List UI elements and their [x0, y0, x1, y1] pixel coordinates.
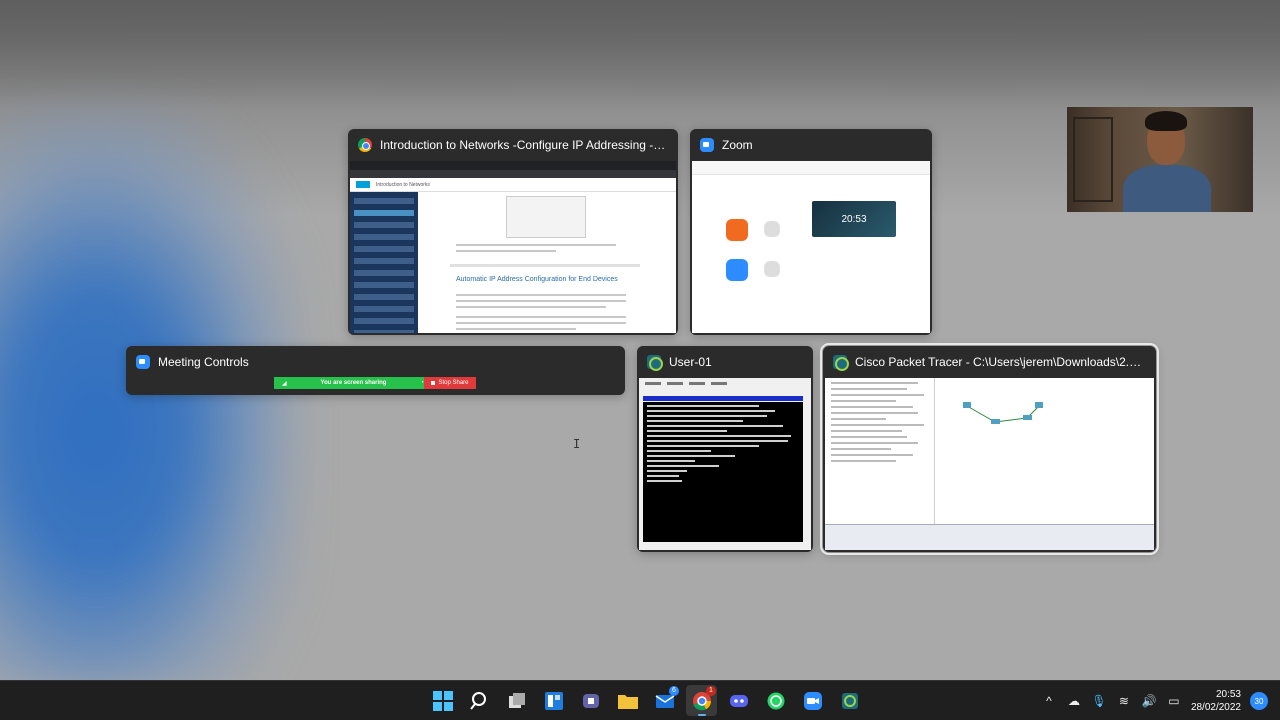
window-titlebar: Introduction to Networks -Configure IP A…	[348, 129, 678, 161]
window-titlebar: User-01	[637, 346, 813, 378]
window-thumbnail-packet-tracer[interactable]: Cisco Packet Tracer - C:\Users\jerem\Dow…	[820, 343, 1159, 555]
volume-icon[interactable]: 🔊	[1141, 693, 1157, 709]
task-view-button[interactable]	[501, 685, 532, 716]
notification-badge[interactable]: 30	[1250, 692, 1268, 710]
window-title: Zoom	[722, 138, 753, 152]
mail-badge: 6	[669, 686, 679, 696]
chrome-preview: Introduction to Networks Automatic IP Ad…	[350, 161, 676, 333]
system-tray: ^ ☁ 🎙 ≋ 🔊 ▭ 20:53 28/02/2022 30	[1041, 681, 1280, 720]
widgets-icon	[544, 691, 563, 710]
join-button	[764, 221, 780, 237]
wifi-icon[interactable]: ≋	[1116, 693, 1132, 709]
discord-button[interactable]	[723, 685, 754, 716]
screen-share-bar: ◢ You are screen sharing ◔ Stop Share	[274, 377, 476, 389]
share-screen-button	[764, 261, 780, 277]
chrome-icon	[358, 138, 372, 152]
device-toolbar	[825, 524, 1154, 550]
terminal-preview	[639, 378, 811, 550]
task-view-icon	[508, 692, 525, 708]
pc-tabs	[639, 378, 811, 388]
course-title: Introduction to Networks	[376, 181, 430, 188]
zoom-nav-bar	[692, 161, 930, 175]
microphone-icon[interactable]: 🎙	[1091, 693, 1107, 709]
window-title: Cisco Packet Tracer - C:\Users\jerem\Dow…	[855, 355, 1146, 369]
packet-tracer-icon	[833, 355, 849, 371]
course-content: Automatic IP Address Configuration for E…	[450, 192, 640, 333]
chevron-up-icon[interactable]: ^	[1041, 693, 1057, 709]
packet-tracer-preview	[825, 378, 1154, 550]
terminal-output	[643, 402, 803, 542]
search-icon	[469, 691, 486, 710]
stop-icon	[431, 381, 436, 385]
course-sidebar	[350, 192, 418, 333]
browser-address-bar	[350, 170, 676, 178]
desktop-wallpaper-blur	[0, 110, 300, 690]
whatsapp-button[interactable]	[760, 685, 791, 716]
chrome-badge: 1	[706, 686, 716, 696]
packet-tracer-icon	[647, 355, 663, 371]
share-status-icon: ◢	[282, 380, 287, 387]
instructions-panel	[825, 378, 935, 524]
cloud-icon[interactable]: ☁	[1066, 693, 1082, 709]
taskbar: 6 1 ^ ☁ 🎙 ≋ 🔊 ▭ 20:53 28/02/2022 30	[0, 680, 1280, 720]
window-title: Introduction to Networks -Configure IP A…	[380, 138, 668, 152]
packet-tracer-button[interactable]	[834, 685, 865, 716]
zoom-icon	[136, 355, 150, 369]
window-title: User-01	[669, 355, 712, 369]
desktop-top-haze	[0, 0, 1280, 110]
window-thumbnail-meeting-controls[interactable]: Meeting Controls ◢ You are screen sharin…	[126, 346, 625, 395]
window-titlebar: Meeting Controls	[126, 346, 625, 378]
window-titlebar: Zoom	[690, 129, 932, 161]
netacad-header: Introduction to Networks	[350, 178, 676, 192]
taskbar-apps: 6 1	[427, 685, 865, 716]
clock-date: 28/02/2022	[1190, 702, 1241, 713]
window-thumbnail-user01[interactable]: User-01	[637, 346, 813, 552]
topology-diagram	[963, 402, 1043, 424]
packet-tracer-icon	[841, 692, 858, 709]
teams-icon	[582, 693, 599, 708]
zoom-clock: 20:53	[812, 201, 896, 237]
clock[interactable]: 20:53 28/02/2022	[1191, 688, 1241, 714]
widgets-button[interactable]	[538, 685, 569, 716]
mail-button[interactable]: 6	[649, 685, 680, 716]
cisco-logo	[356, 181, 370, 188]
sharing-indicator: ◢ You are screen sharing ◔	[274, 377, 424, 389]
zoom-icon	[803, 691, 822, 710]
window-title: Meeting Controls	[158, 355, 249, 369]
browser-tab-strip	[350, 161, 676, 170]
content-heading: Automatic IP Address Configuration for E…	[456, 276, 618, 283]
terminal-title-bar	[643, 396, 803, 401]
whatsapp-icon	[767, 692, 784, 709]
zoom-icon	[700, 138, 714, 152]
window-titlebar: Cisco Packet Tracer - C:\Users\jerem\Dow…	[823, 346, 1156, 378]
windows-icon	[432, 690, 453, 711]
topology-canvas	[935, 378, 1154, 524]
stop-share-button[interactable]: Stop Share	[424, 377, 476, 389]
zoom-preview: 20:53	[692, 161, 930, 333]
window-thumbnail-chrome[interactable]: Introduction to Networks -Configure IP A…	[348, 129, 678, 335]
stop-share-label: Stop Share	[438, 380, 469, 386]
folder-icon	[617, 694, 638, 709]
teams-button[interactable]	[575, 685, 606, 716]
discord-icon	[729, 694, 748, 707]
zoom-button[interactable]	[797, 685, 828, 716]
clock-time: 20:53	[1215, 689, 1241, 700]
sharing-text: You are screen sharing	[320, 380, 387, 386]
new-meeting-button	[726, 219, 748, 241]
schedule-button	[726, 259, 748, 281]
file-explorer-button[interactable]	[612, 685, 643, 716]
chrome-button[interactable]: 1	[686, 685, 717, 716]
content-screenshot	[506, 196, 586, 238]
webcam-video	[1067, 107, 1253, 212]
search-button[interactable]	[464, 685, 495, 716]
start-button[interactable]	[427, 685, 458, 716]
battery-icon[interactable]: ▭	[1166, 693, 1182, 709]
window-thumbnail-zoom[interactable]: Zoom 20:53	[690, 129, 932, 335]
text-cursor-icon: I	[573, 437, 581, 451]
